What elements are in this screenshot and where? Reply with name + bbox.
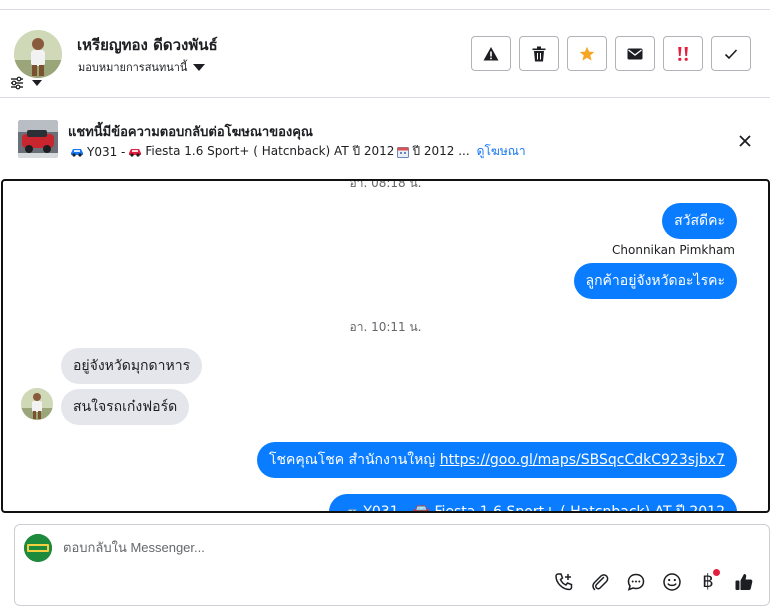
- ad-code: Y031 -: [87, 144, 126, 159]
- banner-title: แชทนี้มีข้อความตอบกลับต่อโฆษณาของคุณ: [68, 125, 313, 140]
- trash-icon: [532, 46, 546, 61]
- contact-avatar-small[interactable]: [21, 388, 53, 420]
- mark-unread-button[interactable]: [615, 36, 655, 71]
- chevron-down-icon: [32, 80, 42, 86]
- message-text: โชคคุณโชค สำนักงานใหญ่: [268, 452, 436, 468]
- mark-spam-button[interactable]: [471, 36, 511, 71]
- maps-link[interactable]: https://goo.gl/maps/SBSqcCdkC923sjbx7: [440, 452, 725, 468]
- assign-conversation-dropdown[interactable]: มอบหมายการสนทนานี้: [78, 58, 206, 76]
- ad-year: ปี 2012 ...: [412, 144, 470, 158]
- message-thread[interactable]: อา. 08:18 น. สวัสดีคะ Chonnikan Pimkham …: [1, 179, 770, 513]
- outgoing-message[interactable]: ลูกค้าอยู่จังหวัดอะไรคะ: [573, 263, 737, 299]
- page-avatar: [24, 534, 52, 562]
- reply-composer: ฿: [14, 524, 770, 606]
- delete-button[interactable]: [519, 36, 559, 71]
- sender-name: Chonnikan Pimkham: [612, 243, 735, 257]
- attach-button[interactable]: [589, 571, 611, 593]
- header-actions: [471, 36, 751, 71]
- warning-icon: [483, 46, 499, 60]
- close-icon: [739, 135, 751, 147]
- timestamp: อา. 08:18 น.: [349, 179, 422, 190]
- star-button[interactable]: [567, 36, 607, 71]
- reply-input[interactable]: [63, 540, 663, 555]
- contact-avatar[interactable]: [14, 30, 62, 78]
- outgoing-message[interactable]: โชคคุณโชค สำนักงานใหญ่ https://goo.gl/ma…: [256, 442, 737, 478]
- close-banner-button[interactable]: [738, 133, 752, 147]
- calendar-icon: [397, 146, 410, 158]
- outgoing-message[interactable]: สวัสดีคะ: [662, 203, 737, 239]
- filter-menu[interactable]: [10, 76, 42, 90]
- emoji-button[interactable]: [661, 571, 683, 593]
- envelope-icon: [627, 48, 643, 59]
- saved-replies-button[interactable]: [625, 571, 647, 593]
- car-icon: [71, 148, 83, 157]
- like-button[interactable]: [733, 571, 755, 593]
- mark-done-button[interactable]: [711, 36, 751, 71]
- double-exclamation-icon: [678, 46, 688, 61]
- contact-name[interactable]: เหรียญทอง ดีดวงพันธ์: [77, 33, 218, 57]
- conversation-header: เหรียญทอง ดีดวงพันธ์ มอบหมายการสนทนานี้: [0, 10, 770, 98]
- incoming-message[interactable]: อยู่จังหวัดมุกดาหาร: [61, 348, 203, 384]
- chevron-down-icon: [193, 63, 206, 71]
- view-ad-link[interactable]: ดูโฆษณา: [477, 142, 526, 161]
- thumbs-up-icon: [735, 574, 753, 590]
- paperclip-icon: [592, 574, 609, 591]
- checkmark-icon: [724, 48, 738, 59]
- notification-dot: [713, 569, 720, 576]
- ad-reply-banner: แชทนี้มีข้อความตอบกลับต่อโฆษณาของคุณ Y03…: [0, 99, 770, 179]
- sliders-icon: [11, 76, 23, 90]
- baht-icon: ฿: [702, 571, 714, 592]
- ad-summary: Y031 - Fiesta 1.6 Sport+ ( Hatcnback) AT…: [70, 142, 526, 161]
- ad-thumbnail[interactable]: [18, 120, 58, 158]
- call-button[interactable]: [553, 571, 575, 593]
- phone-plus-icon: [555, 573, 573, 591]
- outgoing-message[interactable]: 🚙 Y031 - 🚘 Fiesta 1.6 Sport+ ( Hatcnback…: [329, 494, 737, 511]
- star-icon: [579, 46, 595, 61]
- smiley-icon: [663, 573, 681, 591]
- car-icon: [129, 148, 142, 157]
- composer-tools: ฿: [553, 569, 755, 593]
- chat-bubble-icon: [627, 573, 645, 591]
- follow-up-button[interactable]: [663, 36, 703, 71]
- ad-model: Fiesta 1.6 Sport+ ( Hatcnback) AT ปี 201…: [145, 144, 395, 158]
- incoming-message[interactable]: สนใจรถเก๋งฟอร์ด: [61, 389, 190, 425]
- timestamp: อา. 10:11 น.: [349, 320, 422, 334]
- payment-button[interactable]: ฿: [697, 569, 720, 593]
- assign-label: มอบหมายการสนทนานี้: [78, 61, 188, 74]
